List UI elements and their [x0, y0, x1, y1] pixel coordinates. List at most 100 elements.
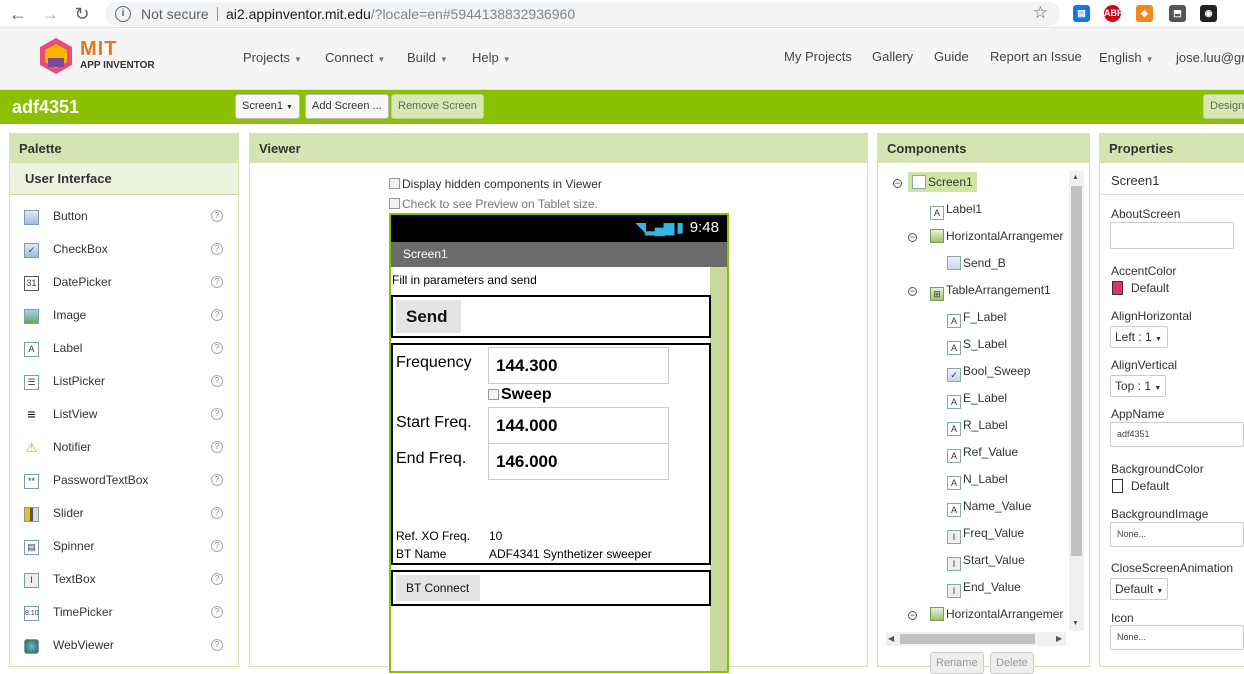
bt-connect-button[interactable]: BT Connect — [396, 575, 480, 601]
metamask-icon[interactable]: ◆ — [1136, 5, 1153, 22]
palette-item-notifier[interactable]: ⚠ Notifier? — [10, 431, 238, 464]
rename-button[interactable]: Rename — [930, 652, 984, 674]
palette-item-listview[interactable]: ≡ ListView? — [10, 398, 238, 431]
tree-item-f-label[interactable]: A F_Label — [947, 310, 1006, 328]
designer-button[interactable]: Designer — [1203, 94, 1244, 119]
palette-item-button[interactable]: Button? — [10, 200, 238, 233]
align-horizontal-select[interactable]: Left : 1 ▼ — [1110, 326, 1168, 348]
palette-item-slider[interactable]: Slider? — [10, 497, 238, 530]
background-image-input[interactable]: None... — [1110, 522, 1244, 547]
tree-item-tablearrangement1[interactable]: ⊞ TableArrangement1 — [930, 283, 1051, 301]
bookmark-star-icon[interactable]: ☆ — [1033, 3, 1048, 23]
tree-item-name-value[interactable]: A Name_Value — [947, 499, 1031, 517]
end-freq-label[interactable]: End Freq. — [396, 450, 466, 468]
align-vertical-select[interactable]: Top : 1 ▼ — [1110, 375, 1166, 397]
address-bar[interactable]: i Not secure ai2.appinventor.mit.edu/?lo… — [105, 2, 1060, 26]
tree-item-send-b[interactable]: Send_B — [947, 256, 1006, 270]
help-icon[interactable]: ? — [211, 639, 223, 651]
start-freq-label[interactable]: Start Freq. — [396, 414, 472, 432]
accent-color-picker[interactable]: Default — [1112, 281, 1169, 295]
help-icon[interactable]: ? — [211, 606, 223, 618]
back-icon[interactable]: ← — [8, 4, 28, 24]
app-inventor-logo[interactable]: MIT APP INVENTOR — [34, 36, 164, 76]
tree-item-s-label[interactable]: A S_Label — [947, 337, 1007, 355]
close-animation-select[interactable]: Default ▼ — [1110, 578, 1168, 600]
collapse-icon[interactable]: − — [908, 611, 917, 620]
tree-item-end-value[interactable]: I End_Value — [947, 580, 1021, 598]
tree-hscroll-thumb[interactable] — [900, 634, 1035, 644]
help-icon[interactable]: ? — [211, 342, 223, 354]
extension-icon[interactable]: ▤ — [1073, 5, 1090, 22]
help-icon[interactable]: ? — [211, 276, 223, 288]
adblock-icon[interactable]: ABP — [1104, 5, 1123, 22]
tree-item-freq-value[interactable]: I Freq_Value — [947, 526, 1024, 544]
link-report-issue[interactable]: Report an Issue — [990, 49, 1082, 64]
app-name-input[interactable]: adf4351 — [1110, 422, 1244, 447]
scroll-right-icon[interactable]: ▶ — [1056, 634, 1062, 643]
palette-item-passwordtextbox[interactable]: ** PasswordTextBox? — [10, 464, 238, 497]
palette-item-datepicker[interactable]: 31 DatePicker? — [10, 266, 238, 299]
help-icon[interactable]: ? — [211, 309, 223, 321]
hidden-components-toggle[interactable]: Display hidden components in Viewer — [389, 177, 602, 191]
help-icon[interactable]: ? — [211, 540, 223, 552]
collapse-icon[interactable]: − — [908, 287, 917, 296]
scroll-up-icon[interactable]: ▲ — [1072, 174, 1079, 181]
link-guide[interactable]: Guide — [934, 49, 969, 64]
add-screen-button[interactable]: Add Screen ... — [305, 94, 389, 119]
reload-icon[interactable]: ↻ — [72, 4, 92, 24]
icon-input[interactable]: None... — [1110, 625, 1244, 650]
ref-xo-value[interactable]: 10 — [489, 529, 502, 543]
help-icon[interactable]: ? — [211, 408, 223, 420]
link-gallery[interactable]: Gallery — [872, 49, 913, 64]
help-icon[interactable]: ? — [211, 375, 223, 387]
palette-item-spinner[interactable]: ▤ Spinner? — [10, 530, 238, 563]
tree-item-start-value[interactable]: I Start_Value — [947, 553, 1025, 571]
collapse-icon[interactable]: − — [908, 233, 917, 242]
forward-icon[interactable]: → — [40, 4, 60, 24]
scroll-down-icon[interactable]: ▼ — [1072, 620, 1079, 627]
scroll-left-icon[interactable]: ◀ — [888, 634, 894, 643]
frequency-input[interactable]: 144.300 — [488, 347, 669, 384]
palette-item-checkbox[interactable]: ✓ CheckBox? — [10, 233, 238, 266]
help-icon[interactable]: ? — [211, 441, 223, 453]
end-freq-input[interactable]: 146.000 — [488, 443, 669, 480]
tree-scroll-thumb[interactable] — [1071, 186, 1082, 556]
tablet-preview-toggle[interactable]: Check to see Preview on Tablet size. — [389, 197, 598, 211]
help-icon[interactable]: ? — [211, 573, 223, 585]
label1-text[interactable]: Fill in parameters and send — [392, 273, 537, 287]
help-icon[interactable]: ? — [211, 474, 223, 486]
menu-connect[interactable]: Connect ▼ — [325, 50, 385, 65]
palette-category[interactable]: User Interface — [10, 163, 238, 195]
menu-help[interactable]: Help ▼ — [472, 50, 511, 65]
frequency-label[interactable]: Frequency — [396, 354, 472, 372]
bt-name-value[interactable]: ADF4341 Synthetizer sweeper — [489, 547, 652, 561]
link-my-projects[interactable]: My Projects — [784, 49, 852, 64]
tree-item-e-label[interactable]: A E_Label — [947, 391, 1007, 409]
palette-item-label[interactable]: A Label? — [10, 332, 238, 365]
delete-button[interactable]: Delete — [990, 652, 1034, 674]
glasses-extension-icon[interactable]: ◉ — [1200, 5, 1217, 22]
tree-item-bool-sweep[interactable]: ✓ Bool_Sweep — [947, 364, 1030, 382]
sweep-checkbox[interactable]: Sweep — [488, 386, 552, 404]
table-arrangement[interactable]: Frequency 144.300 Sweep Start Freq. 144.… — [391, 343, 711, 565]
language-menu[interactable]: English ▼ — [1099, 50, 1154, 65]
info-icon[interactable]: i — [115, 6, 131, 22]
phone-scrollbar[interactable] — [710, 267, 727, 671]
help-icon[interactable]: ? — [211, 243, 223, 255]
palette-item-image[interactable]: Image? — [10, 299, 238, 332]
about-screen-input[interactable] — [1110, 222, 1234, 249]
url-text[interactable]: ai2.appinventor.mit.edu/?locale=en#59441… — [226, 6, 575, 22]
tree-item-horizontalarrangement2[interactable]: HorizontalArrangemer — [930, 607, 1063, 621]
background-color-picker[interactable]: Default — [1112, 479, 1169, 493]
palette-item-webviewer[interactable]: WebViewer? — [10, 629, 238, 662]
user-menu[interactable]: jose.luu@gm — [1176, 50, 1244, 65]
horizontal-arrangement-2[interactable]: BT Connect — [391, 570, 711, 606]
palette-item-listpicker[interactable]: ☰ ListPicker? — [10, 365, 238, 398]
tree-item-n-label[interactable]: A N_Label — [947, 472, 1008, 490]
start-freq-input[interactable]: 144.000 — [488, 407, 669, 444]
palette-item-textbox[interactable]: I TextBox? — [10, 563, 238, 596]
help-icon[interactable]: ? — [211, 210, 223, 222]
palette-item-timepicker[interactable]: 8:10 TimePicker? — [10, 596, 238, 629]
tree-item-ref-value[interactable]: A Ref_Value — [947, 445, 1018, 463]
collapse-icon[interactable]: − — [893, 179, 902, 188]
